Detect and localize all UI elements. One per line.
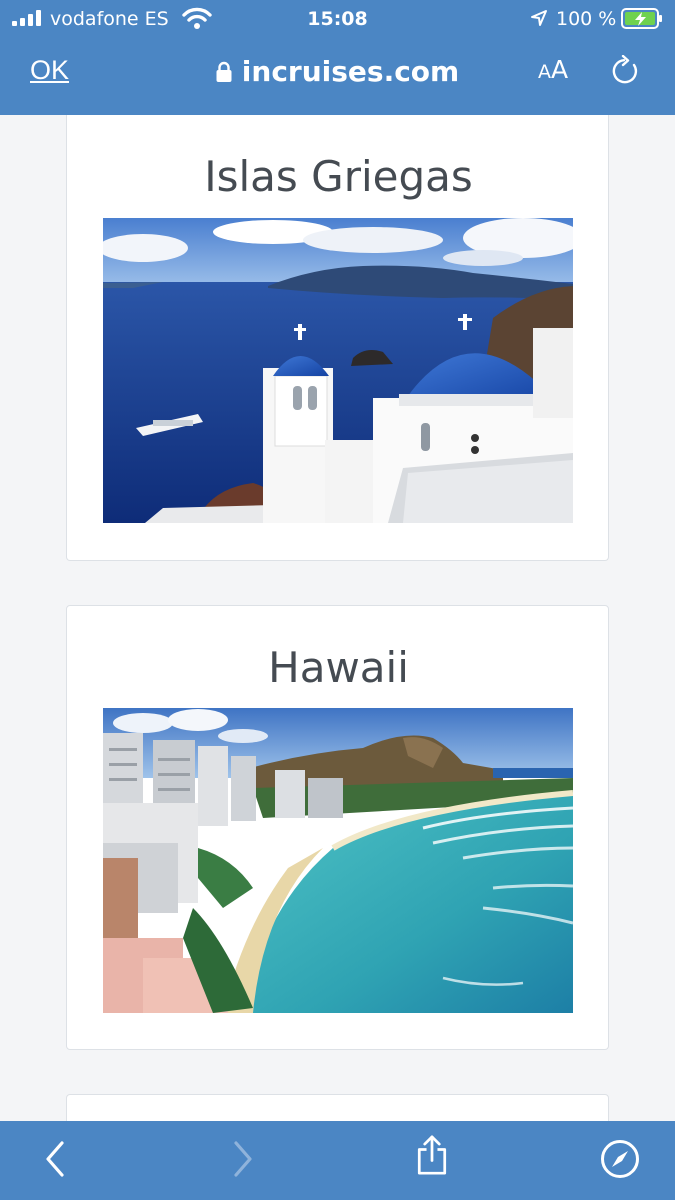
url-text: incruises.com: [241, 55, 460, 88]
battery-percent: 100 %: [556, 8, 617, 30]
share-icon[interactable]: [412, 1135, 452, 1175]
waikiki-photo: [103, 708, 573, 1013]
text-size-button[interactable]: AA: [538, 55, 568, 84]
status-bar: vodafone ES 15:08 100 %: [0, 0, 675, 40]
compass-icon[interactable]: [600, 1139, 640, 1179]
destination-title: Hawaii: [268, 643, 409, 692]
destination-card[interactable]: Islas Griegas: [66, 115, 609, 561]
browser-top-bar: vodafone ES 15:08 100 % OK incruises.com…: [0, 0, 675, 115]
forward-icon[interactable]: [222, 1139, 262, 1179]
back-icon[interactable]: [36, 1139, 76, 1179]
reload-icon[interactable]: [610, 55, 642, 87]
destination-card[interactable]: Hawaii: [66, 605, 609, 1050]
text-size-small-glyph: A: [538, 61, 551, 83]
address-row: OK incruises.com AA: [0, 45, 675, 100]
battery-charging-icon: [621, 8, 662, 29]
santorini-photo: [103, 218, 573, 523]
browser-bottom-toolbar: [0, 1121, 675, 1200]
location-arrow-icon: [531, 10, 547, 26]
lock-icon: [216, 61, 232, 82]
text-size-large-glyph: A: [551, 55, 569, 84]
destination-title: Islas Griegas: [204, 152, 473, 201]
address-bar[interactable]: incruises.com: [0, 55, 675, 88]
